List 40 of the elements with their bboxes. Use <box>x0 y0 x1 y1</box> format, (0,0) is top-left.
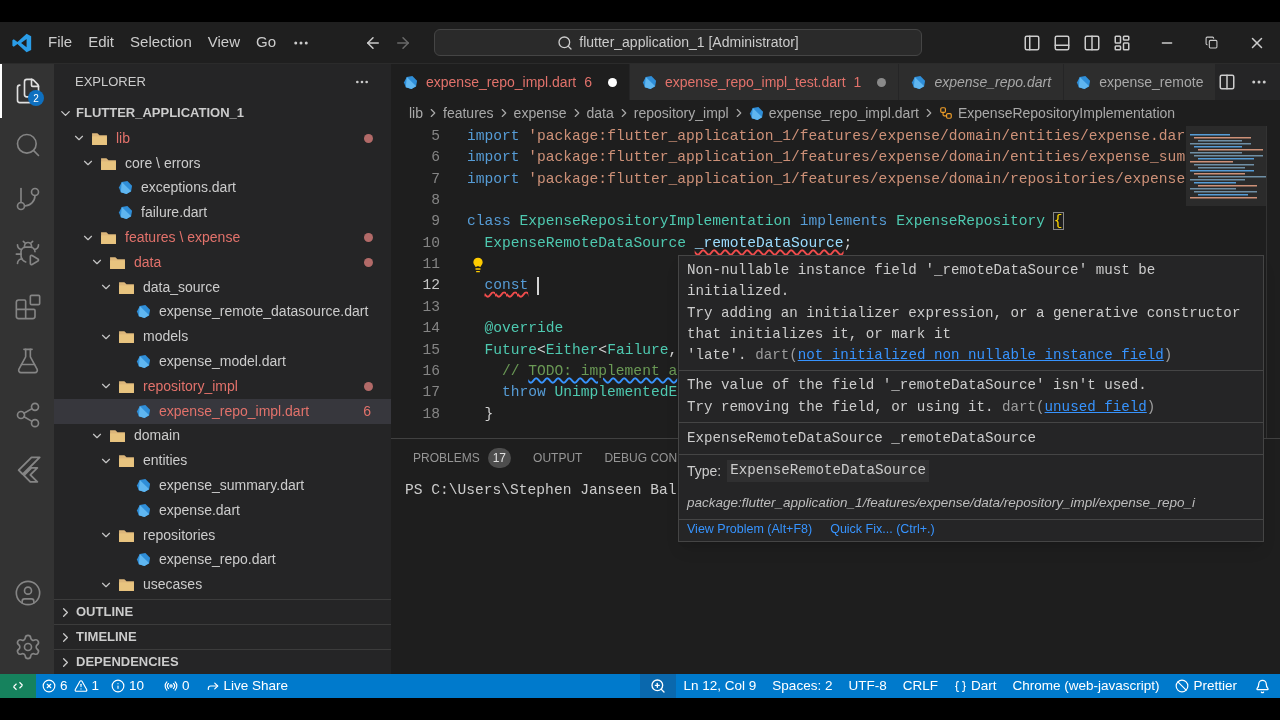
line-number: 14 <box>421 319 440 339</box>
code-line: // TODO: implement a <box>502 363 678 380</box>
problem-message: Non-nullable instance field '_remoteDataSource' must be <box>687 261 1157 280</box>
line-number: 8 <box>430 190 440 210</box>
terminal-line: PS C:\Users\Stephen Janseen Bal <box>404 481 678 500</box>
code-line: } <box>484 405 494 422</box>
sidebar-title: EXPLORER <box>75 73 146 92</box>
line-number: 7 <box>430 169 440 189</box>
problem-message: that initializes it, or mark it <box>687 324 952 344</box>
line-number: 11 <box>421 255 440 275</box>
line-number: 10 <box>421 233 440 253</box>
line-number: 17 <box>421 383 440 403</box>
file-path: package:flutter_application_1/features/expense/data/repository_impl/expense_repo_i <box>685 493 1197 512</box>
line-number: 9 <box>430 212 440 232</box>
type-label: Type: <box>687 461 722 481</box>
signature-text: ExpenseRemoteDataSource _remoteDataSource <box>679 423 1263 456</box>
count-badge: 2 <box>28 90 44 106</box>
code-line: throw UnimplementedE <box>502 384 678 401</box>
code-line: class ExpenseRepositoryImplementation implements ExpenseRepository { <box>467 213 1063 230</box>
code-line: import 'package:flutter_application_1/features/expense/domain/entities/expense.dar <box>467 127 1186 144</box>
line-number: 6 <box>430 148 440 168</box>
line-number: 16 <box>421 362 440 382</box>
code-line: import 'package:flutter_application_1/features/expense/domain/entities/expense_sum <box>467 149 1186 166</box>
search-text: flutter_application_1 [Administrator] <box>579 33 799 52</box>
problem-message: Try adding an initializer expression, or a generative constructor <box>687 303 1242 323</box>
code-line: @override <box>484 320 564 337</box>
code-line: import 'package:flutter_application_1/features/expense/domain/repositories/expense <box>467 170 1186 187</box>
code-line: ExpenseRemoteDataSource _remoteDataSource; <box>484 234 853 251</box>
code-line: Future<Either<Failure, <box>484 341 678 358</box>
line-number: 12 <box>421 276 440 296</box>
problem-message: Try removing the field, or using it. dart(unused_field) <box>687 397 1157 417</box>
problem-message: The value of the field '_remoteDataSource' isn't used. <box>687 376 1148 396</box>
line-number: 18 <box>421 404 440 424</box>
type-value: ExpenseRemoteDataSource <box>727 460 930 482</box>
line-number: 5 <box>430 126 440 146</box>
problem-message: initialized. <box>687 282 791 302</box>
line-number: 13 <box>421 297 440 317</box>
problem-message: 'late'. dart(not_initialized_non_nullable_instance_field) <box>687 346 1174 366</box>
line-number: 15 <box>421 340 440 360</box>
code-line: const <box>484 277 529 294</box>
